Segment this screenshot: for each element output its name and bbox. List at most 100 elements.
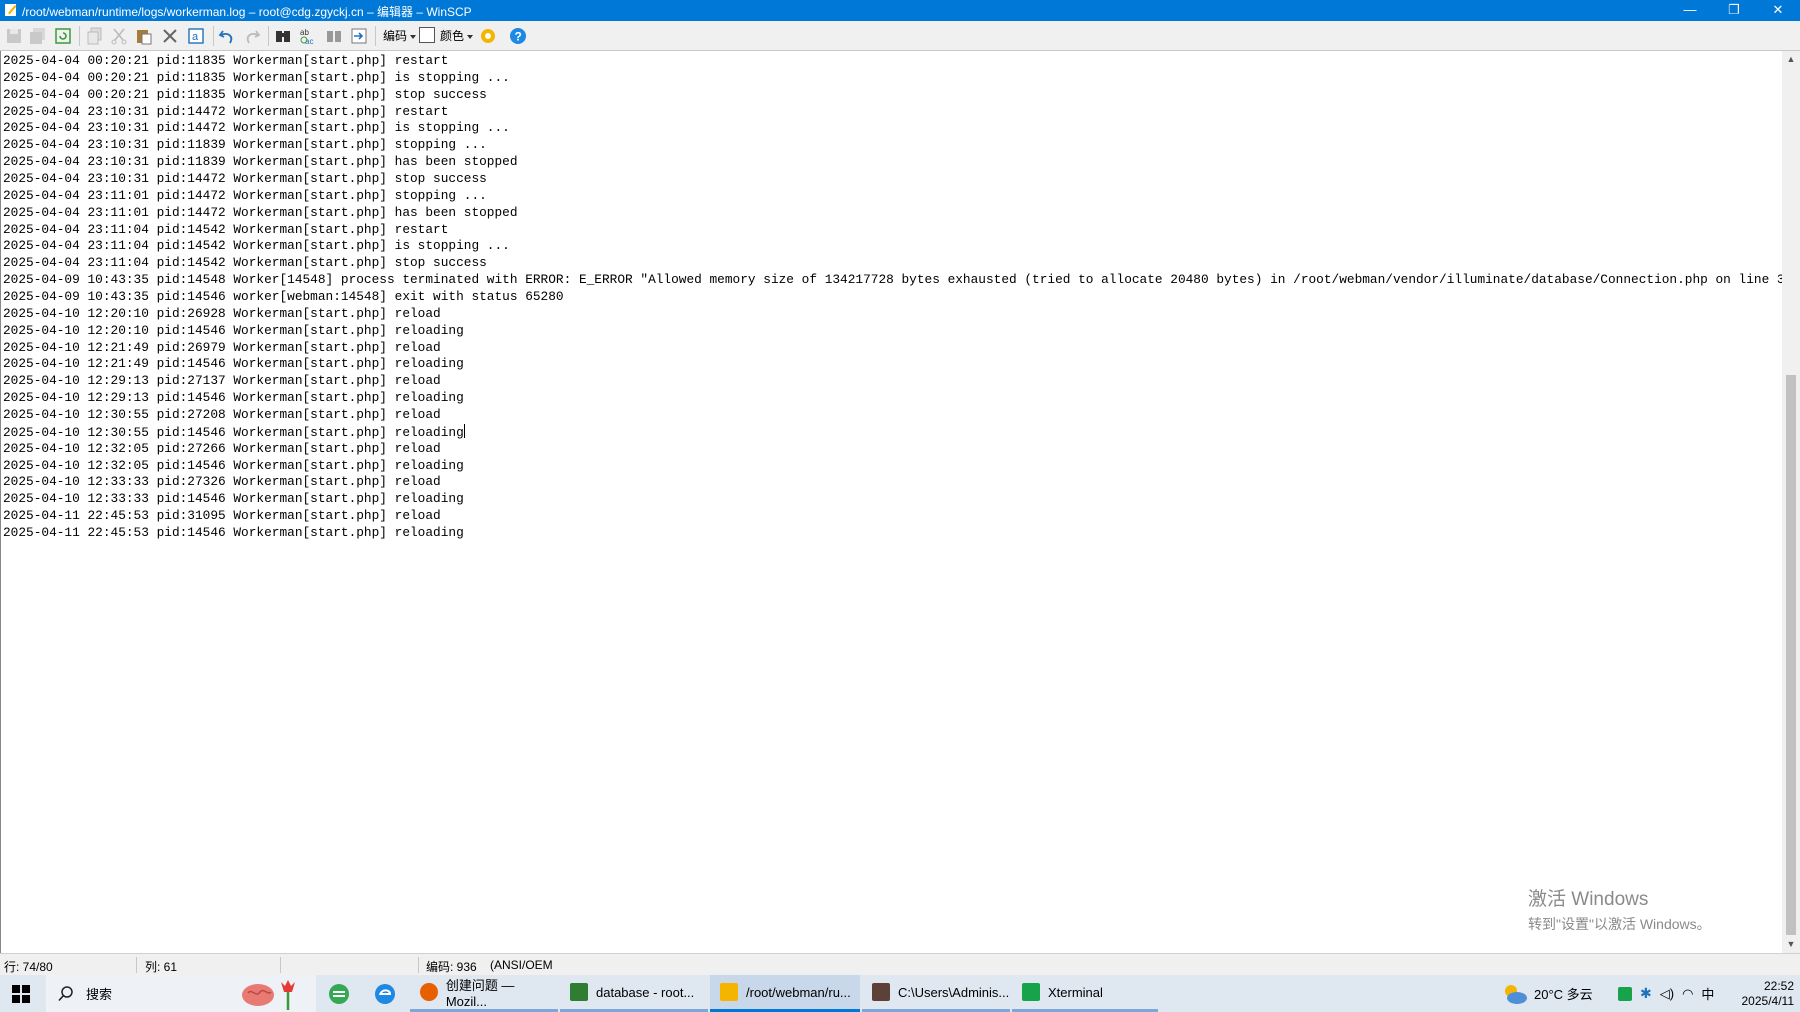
log-line-text: 2025-04-10 12:29:13 pid:27137 Workerman[… bbox=[3, 373, 441, 389]
clock-time: 22:52 bbox=[1763, 978, 1794, 993]
log-line-text: 2025-04-04 23:11:01 pid:14472 Workerman[… bbox=[3, 204, 518, 220]
bluetooth-icon[interactable]: ✱ bbox=[1640, 985, 1652, 1002]
preferences-icon[interactable] bbox=[478, 26, 498, 46]
paste-icon[interactable] bbox=[134, 26, 154, 46]
log-line: 2025-04-04 23:10:31 pid:14472 Workerman[… bbox=[3, 171, 1783, 188]
log-line: 2025-04-04 00:20:21 pid:11835 Workerman[… bbox=[3, 70, 1783, 87]
vertical-scrollbar[interactable]: ▲ ▼ bbox=[1782, 51, 1800, 953]
encoding-indicator: 编码: 936 bbox=[426, 960, 477, 974]
close-button[interactable]: ✕ bbox=[1756, 0, 1800, 21]
taskbar-pinned-app[interactable] bbox=[328, 975, 352, 1012]
undo-icon[interactable] bbox=[217, 26, 237, 46]
color-label: 颜色 bbox=[440, 29, 465, 43]
log-line: 2025-04-04 23:10:31 pid:14472 Workerman[… bbox=[3, 120, 1783, 137]
search-icon bbox=[58, 985, 73, 1001]
color-dropdown[interactable]: 颜色 bbox=[440, 27, 474, 44]
log-line: 2025-04-10 12:21:49 pid:26979 Workerman[… bbox=[3, 340, 1783, 357]
log-line: 2025-04-10 12:20:10 pid:14546 Workerman[… bbox=[3, 323, 1783, 340]
log-content[interactable]: 2025-04-04 00:20:21 pid:11835 Workerman[… bbox=[3, 53, 1783, 542]
wifi-icon[interactable]: ◠ bbox=[1682, 986, 1693, 1002]
column-indicator: 列: 61 bbox=[145, 960, 178, 974]
log-line: 2025-04-10 12:32:05 pid:14546 Workerman[… bbox=[3, 458, 1783, 475]
status-divider bbox=[136, 957, 137, 973]
log-line-text: 2025-04-10 12:21:49 pid:26979 Workerman[… bbox=[3, 339, 441, 355]
log-line: 2025-04-10 12:21:49 pid:14546 Workerman[… bbox=[3, 356, 1783, 373]
log-line-text: 2025-04-11 22:45:53 pid:31095 Workerman[… bbox=[3, 508, 441, 524]
editor-app-icon bbox=[5, 4, 17, 16]
status-divider bbox=[280, 957, 281, 973]
svg-text:?: ? bbox=[515, 30, 522, 44]
log-line: 2025-04-10 12:32:05 pid:27266 Workerman[… bbox=[3, 441, 1783, 458]
log-line-text: 2025-04-04 23:10:31 pid:11839 Workerman[… bbox=[3, 154, 518, 170]
log-line: 2025-04-04 23:10:31 pid:11839 Workerman[… bbox=[3, 137, 1783, 154]
redo-icon[interactable] bbox=[242, 26, 262, 46]
log-line-text: 2025-04-10 12:30:55 pid:27208 Workerman[… bbox=[3, 407, 441, 423]
clock-date: 2025/4/11 bbox=[1741, 993, 1795, 1008]
copy-icon[interactable] bbox=[85, 26, 105, 46]
log-line-text: 2025-04-04 23:10:31 pid:14472 Workerman[… bbox=[3, 103, 449, 119]
log-line-text: 2025-04-04 00:20:21 pid:11835 Workerman[… bbox=[3, 53, 449, 68]
svg-text:a: a bbox=[192, 31, 199, 43]
minimize-button[interactable]: — bbox=[1668, 0, 1712, 21]
goto-line-icon[interactable] bbox=[349, 26, 369, 46]
log-line: 2025-04-10 12:30:55 pid:27208 Workerman[… bbox=[3, 407, 1783, 424]
help-icon[interactable]: ? bbox=[508, 26, 528, 46]
scroll-down-icon[interactable]: ▼ bbox=[1782, 936, 1800, 953]
clock[interactable]: 22:52 2025/4/11 bbox=[1730, 975, 1795, 1012]
ime-indicator[interactable]: 中 bbox=[1701, 984, 1714, 1003]
save-icon[interactable] bbox=[4, 26, 24, 46]
chevron-down-icon bbox=[410, 34, 417, 39]
color-swatch[interactable] bbox=[419, 27, 435, 43]
brain-icon bbox=[242, 983, 275, 1006]
log-line: 2025-04-04 23:11:04 pid:14542 Workerman[… bbox=[3, 222, 1783, 239]
log-line-text: 2025-04-04 00:20:21 pid:11835 Workerman[… bbox=[3, 69, 510, 85]
windows-logo-icon bbox=[12, 984, 30, 1003]
windows-taskbar: 搜索 创建问题 — Mozil... database - root... /r… bbox=[0, 975, 1800, 1012]
log-line-text: 2025-04-10 12:32:05 pid:27266 Workerman[… bbox=[3, 440, 441, 456]
log-line-text: 2025-04-10 12:32:05 pid:14546 Workerman[… bbox=[3, 457, 464, 473]
watermark-subtitle: 转到"设置"以激活 Windows。 bbox=[1528, 916, 1711, 932]
watermark-title: 激活 Windows bbox=[1528, 889, 1649, 910]
delete-icon[interactable] bbox=[160, 26, 180, 46]
taskbar-pinned-app[interactable] bbox=[374, 975, 398, 1012]
tulip-icon bbox=[281, 979, 296, 1010]
volume-icon[interactable]: ◁) bbox=[1660, 986, 1674, 1002]
row-indicator: 行: 74/80 bbox=[4, 960, 53, 974]
log-line: 2025-04-09 10:43:35 pid:14546 worker[web… bbox=[3, 289, 1783, 306]
xterminal-tray-icon[interactable] bbox=[1618, 986, 1632, 1001]
task-label: database - root... bbox=[596, 984, 695, 1000]
weather-text: 20°C 多云 bbox=[1534, 987, 1593, 1002]
select-all-icon[interactable]: a bbox=[186, 26, 206, 46]
scroll-up-icon[interactable]: ▲ bbox=[1782, 51, 1800, 68]
log-line: 2025-04-04 23:11:04 pid:14542 Workerman[… bbox=[3, 255, 1783, 272]
refresh-icon[interactable] bbox=[53, 26, 73, 46]
task-firefox[interactable]: 创建问题 — Mozil... bbox=[410, 975, 558, 1012]
log-line-text: 2025-04-10 12:30:55 pid:14546 Workerman[… bbox=[3, 424, 464, 440]
log-line: 2025-04-10 12:33:33 pid:27326 Workerman[… bbox=[3, 474, 1783, 491]
cut-icon[interactable] bbox=[109, 26, 129, 46]
find-icon[interactable] bbox=[273, 26, 293, 46]
weather-widget[interactable]: 20°C 多云 bbox=[1502, 975, 1593, 1012]
task-xterminal[interactable]: Xterminal bbox=[1012, 975, 1158, 1012]
find-next-icon[interactable] bbox=[324, 26, 344, 46]
replace-icon[interactable]: ab ac bbox=[298, 26, 318, 46]
task-database[interactable]: database - root... bbox=[560, 975, 708, 1012]
taskbar-search-box[interactable]: 搜索 bbox=[46, 975, 316, 1012]
status-divider bbox=[418, 957, 419, 973]
log-line-text: 2025-04-10 12:21:49 pid:14546 Workerman[… bbox=[3, 356, 464, 372]
save-all-icon[interactable] bbox=[28, 26, 48, 46]
toolbar-separator bbox=[375, 26, 376, 46]
cloudy-weather-icon bbox=[1505, 984, 1527, 1004]
log-line-text: 2025-04-04 23:11:04 pid:14542 Workerman[… bbox=[3, 238, 510, 254]
text-editor-area[interactable]: 2025-04-04 00:20:21 pid:11835 Workerman[… bbox=[0, 51, 1783, 953]
log-line: 2025-04-04 23:11:01 pid:14472 Workerman[… bbox=[3, 205, 1783, 222]
chevron-down-icon bbox=[467, 34, 474, 39]
start-button[interactable] bbox=[12, 975, 36, 1012]
log-line: 2025-04-10 12:20:10 pid:26928 Workerman[… bbox=[3, 306, 1783, 323]
scrollbar-thumb[interactable] bbox=[1786, 375, 1796, 935]
restore-button[interactable]: ❐ bbox=[1712, 0, 1756, 21]
encoding-dropdown[interactable]: 编码 bbox=[383, 27, 417, 44]
log-line-text: 2025-04-04 23:11:04 pid:14542 Workerman[… bbox=[3, 255, 487, 271]
task-editor[interactable]: /root/webman/ru... bbox=[710, 975, 860, 1012]
task-terminal[interactable]: C:\Users\Adminis... bbox=[862, 975, 1010, 1012]
